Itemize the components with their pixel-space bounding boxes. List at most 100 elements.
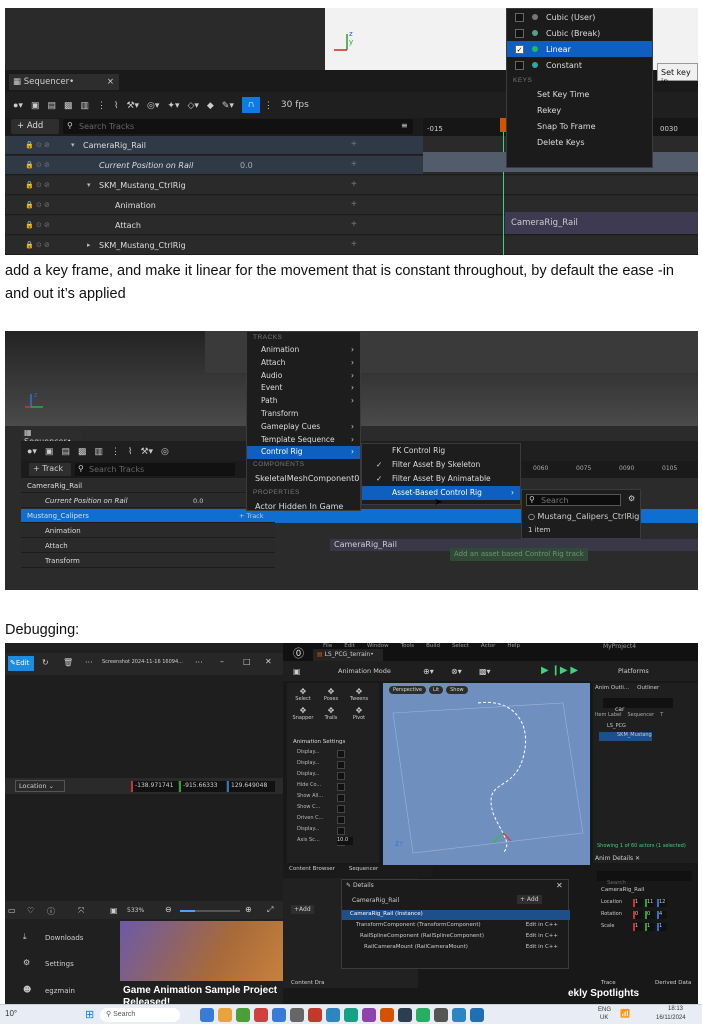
save-icon[interactable]: ▣ <box>293 667 301 676</box>
zoom-out-icon[interactable]: ⊖ <box>165 905 172 914</box>
save-icon[interactable]: ▣ <box>31 100 40 111</box>
menu-item[interactable]: Actor <box>481 643 495 649</box>
anim-setting-checkbox[interactable] <box>337 772 345 780</box>
slideshow-icon[interactable]: ▭ <box>8 906 16 915</box>
fit-icon[interactable]: ▣ <box>110 906 118 915</box>
submenu-item[interactable]: FK Control Rig <box>362 444 520 458</box>
track-state-icons[interactable]: 🔒 ⊙ ⊘ <box>25 141 50 149</box>
taskbar-app-icon[interactable] <box>416 1008 430 1022</box>
anim-setting-checkbox[interactable] <box>337 794 345 802</box>
tab-sequencer[interactable]: ▦ Sequencer• × <box>9 74 119 90</box>
menu-item-track[interactable]: Control Rig › <box>247 446 360 460</box>
details-value-field[interactable]: 0 <box>645 911 655 919</box>
add-icon[interactable]: + <box>351 179 357 190</box>
start-icon[interactable]: ⊞ <box>85 1008 94 1021</box>
menu-item-key[interactable]: Rekey <box>507 103 652 119</box>
find-icon[interactable]: ▤ <box>47 100 56 111</box>
tab-sequencer-2[interactable]: ▦ Sequencer• <box>21 426 81 446</box>
menu-item-key[interactable]: Snap To Frame <box>507 119 652 135</box>
taskbar-app-icon[interactable] <box>434 1008 448 1022</box>
anim-setting-checkbox[interactable] <box>337 827 345 835</box>
taskbar-app-icon[interactable] <box>398 1008 412 1022</box>
add-actor-icon[interactable]: ⊕▾ <box>423 667 434 676</box>
anim-tool[interactable]: ✥ Poses <box>319 687 343 702</box>
settings-label[interactable]: Settings <box>45 960 74 968</box>
anim-setting-checkbox[interactable] <box>337 816 345 824</box>
anim-setting-checkbox[interactable] <box>337 783 345 791</box>
clock-time[interactable]: 18:13 <box>668 1006 683 1012</box>
track-value[interactable]: 0.0 <box>240 161 253 170</box>
track-row[interactable]: Transform <box>21 554 275 568</box>
window-more-icon[interactable]: ··· <box>195 658 203 667</box>
bottom-tab[interactable]: Content Browser <box>289 866 335 872</box>
anim-setting-checkbox[interactable] <box>337 761 345 769</box>
outliner-col[interactable]: Item Label <box>595 712 621 718</box>
taskbar-app-icon[interactable] <box>290 1008 304 1022</box>
outliner-filter[interactable]: car <box>603 698 673 713</box>
world-icon[interactable]: ●▾ <box>27 446 37 457</box>
outliner-item[interactable]: LS_PCG <box>599 723 652 732</box>
outliner-col[interactable]: T <box>660 712 663 718</box>
menu-item[interactable]: Tools <box>401 643 415 649</box>
anim-tool[interactable]: ✥ Tweens <box>347 687 371 702</box>
expand-icon[interactable]: ▸ <box>87 241 91 249</box>
taskbar-app-icon[interactable] <box>254 1008 268 1022</box>
taskbar-app-icon[interactable] <box>218 1008 232 1022</box>
minimize-icon[interactable]: – <box>220 657 224 666</box>
track-state-icons[interactable]: 🔒 ⊙ ⊘ <box>25 181 50 189</box>
menu-item-interp[interactable]: Cubic (Break) <box>507 25 652 41</box>
gear-icon[interactable]: ⚙ <box>628 494 635 503</box>
track-row[interactable]: ▾ 🔒 ⊙ ⊘ CameraRig_Rail + <box>5 136 423 155</box>
taskbar-app-icon[interactable] <box>470 1008 484 1022</box>
expand-icon[interactable]: ⤢ <box>267 905 273 915</box>
maximize-icon[interactable]: □ <box>243 657 251 666</box>
menu-item-track[interactable]: Path › <box>247 395 360 408</box>
menu-item-track[interactable]: Attach › <box>247 357 360 370</box>
menu-item-interp[interactable]: ✓ Linear <box>507 41 652 57</box>
submenu-item[interactable]: ✓Filter Asset By Animatable Controls <box>362 472 520 497</box>
snap-more-icon[interactable]: ⋮ <box>264 100 273 111</box>
seq-add-button[interactable]: +Add <box>291 905 314 914</box>
menu-item-key[interactable]: Set Key Time <box>507 87 652 103</box>
save-icon[interactable]: ▣ <box>45 446 54 457</box>
close-icon[interactable]: ✕ <box>265 657 272 666</box>
eye-icon[interactable]: ◎ <box>161 446 169 457</box>
anim-tool[interactable]: ✥ Trails <box>319 706 343 721</box>
clock-date[interactable]: 16/11/2024 <box>656 1015 686 1021</box>
track-row[interactable]: ▸ 🔒 ⊙ ⊘ SKM_Mustang_CtrlRig + <box>5 236 423 255</box>
render-icon[interactable]: ▥ <box>95 446 104 457</box>
camera-icon[interactable]: ▩ <box>64 100 73 111</box>
details-value-field[interactable]: 12 <box>657 899 667 907</box>
menu-item[interactable]: Select <box>452 643 469 649</box>
camera-icon[interactable]: ▩ <box>78 446 87 457</box>
expand-icon[interactable]: ▾ <box>71 141 75 149</box>
search-tracks-input[interactable]: ⚲ Search Tracks <box>63 119 413 134</box>
checkbox[interactable]: ✓ <box>515 44 524 54</box>
play-icon[interactable]: ▶ ❙▶ ▶ <box>541 665 578 676</box>
anim-setting-checkbox[interactable] <box>337 750 345 758</box>
info-icon[interactable]: ⓘ <box>47 906 55 917</box>
anim-setting-row[interactable]: Driven C... <box>297 815 377 826</box>
bottom-tab[interactable]: Sequencer <box>349 866 378 872</box>
track-state-icons[interactable]: 🔒 ⊙ ⊘ <box>25 241 50 249</box>
downloads-label[interactable]: Downloads <box>45 934 83 942</box>
edit-in-cpp-link[interactable]: Edit in C++ <box>526 933 558 939</box>
menu-item-track[interactable]: Animation › <box>247 344 360 357</box>
details-close-icon[interactable]: ✕ <box>556 881 563 890</box>
track-state-icons[interactable]: 🔒 ⊙ ⊘ <box>25 221 50 229</box>
loc-z-field[interactable]: 129.649048 <box>227 781 275 792</box>
menu-item-track[interactable]: Transform <box>247 408 360 421</box>
details-value-field[interactable]: 1 <box>633 899 643 907</box>
loc-x-field[interactable]: -138.971741 <box>131 781 178 792</box>
level-tab[interactable]: ▤ LS_PCG_terrain• <box>313 649 383 661</box>
track-row[interactable]: ▾ 🔒 ⊙ ⊘ SKM_Mustang_CtrlRig + <box>5 176 423 195</box>
taskbar-app-icon[interactable] <box>380 1008 394 1022</box>
taskbar-app-icon[interactable] <box>200 1008 214 1022</box>
menu-item[interactable]: Help <box>507 643 520 649</box>
taskbar-search[interactable]: ⚲ Search <box>100 1008 180 1022</box>
taskbar-app-icon[interactable] <box>236 1008 250 1022</box>
weather-icon[interactable]: 10° <box>5 1009 17 1018</box>
outliner-tab[interactable]: Outliner <box>637 685 659 691</box>
details-value-field[interactable]: 1 <box>645 923 655 931</box>
edit-in-cpp-link[interactable]: Edit in C++ <box>526 944 558 950</box>
